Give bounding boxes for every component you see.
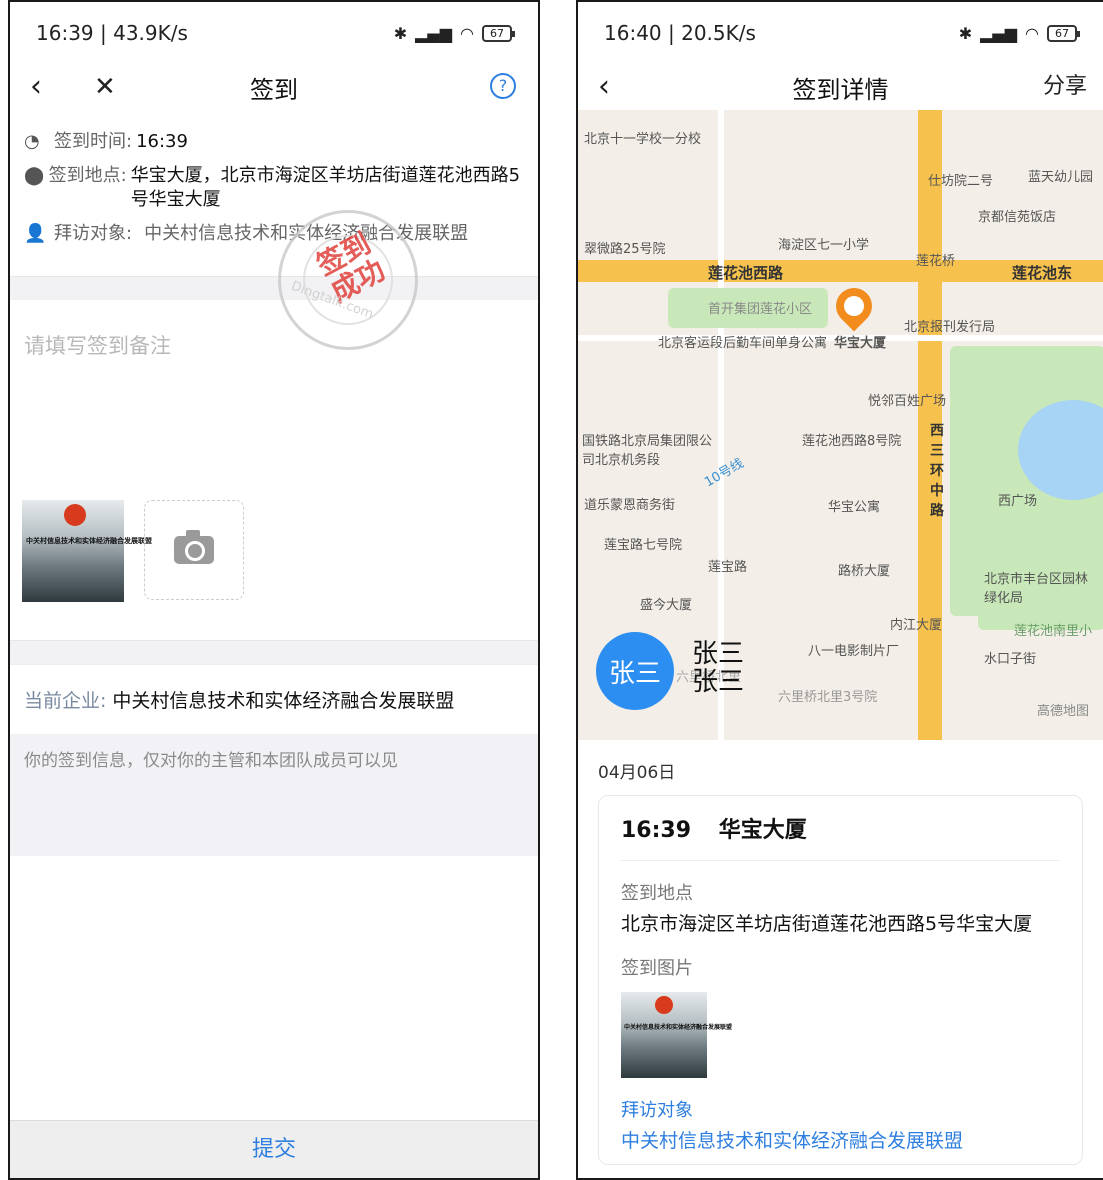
map-label: 莲花桥 xyxy=(916,254,956,269)
status-icons: ✱ ▂▄▆ ◠ 67 xyxy=(958,23,1080,43)
remark-placeholder[interactable]: 请填写签到备注 xyxy=(24,330,524,360)
map-label: 盛今大厦 xyxy=(640,598,693,613)
add-photo-button[interactable] xyxy=(144,500,244,600)
checkin-time-value: 16:39 xyxy=(136,131,188,152)
user-name: 张三 xyxy=(692,667,745,697)
map-label: 八一电影制片厂 xyxy=(808,644,900,659)
company-value: 中关村信息技术和实体经济融合发展联盟 xyxy=(112,690,455,712)
submit-button[interactable]: 提交 xyxy=(10,1120,538,1178)
map-label: 莲宝路七号院 xyxy=(604,538,683,553)
map-label: 内江大厦 xyxy=(890,618,943,633)
checkin-screen: 16:39 | 43.9K/s ✱ ▂▄▆ ◠ 67 ‹ ✕ 签到 ? ◔ 签到… xyxy=(8,0,540,1180)
map-label: 水口子街 xyxy=(984,652,1037,667)
checkin-card: 16:39 华宝大厦 签到地点 北京市海淀区羊坊店街道莲花池西路5号华宝大厦 签… xyxy=(598,795,1083,1165)
map-label: 北京十一学校一分校 xyxy=(584,132,702,147)
map-label: 莲花池西路8号院 xyxy=(802,434,902,449)
map-label: 西广场 xyxy=(998,494,1038,509)
nav-bar: ‹ ✕ 签到 ? xyxy=(10,64,538,110)
status-time: 16:40 | 20.5K/s xyxy=(604,21,756,45)
divider xyxy=(10,640,538,664)
location-pin-icon xyxy=(828,280,880,332)
map-view[interactable]: 北京十一学校一分校 仕坊院二号 蓝天幼儿园 京都信苑饭店 翠微路25号院 海淀区… xyxy=(578,110,1103,740)
map-label: 北京客运段后勤车间单身公寓 xyxy=(658,336,828,351)
checkin-info: ◔ 签到时间: 16:39 ⬤ 签到地点: 华宝大厦，北京市海淀区羊坊店街道莲花… xyxy=(10,110,538,350)
checkin-detail: 04月06日 16:39 华宝大厦 签到地点 北京市海淀区羊坊店街道莲花池西路5… xyxy=(578,740,1103,1178)
map-label: 翠微路25号院 xyxy=(584,242,666,257)
status-bar: 16:39 | 43.9K/s ✱ ▂▄▆ ◠ 67 xyxy=(10,2,538,64)
camera-icon xyxy=(174,530,214,564)
road-label: 莲花池西路 xyxy=(708,264,784,282)
map-label: 海淀区七一小学 xyxy=(778,238,870,253)
user-name-overlay: 张三 张三 xyxy=(692,640,744,696)
card-place-name: 华宝大厦 xyxy=(718,818,807,843)
map-label: 道乐蒙恩商务街 xyxy=(584,498,676,513)
checkin-date: 04月06日 xyxy=(598,763,676,783)
thumb-caption: 中关村信息技术和实体经济融合发展联盟 xyxy=(26,537,152,545)
status-icons: ✱ ▂▄▆ ◠ 67 xyxy=(393,23,515,43)
signal-icon: ▂▄▆ xyxy=(415,23,453,43)
page-title: 签到 xyxy=(250,75,298,104)
card-time: 16:39 xyxy=(621,818,692,843)
map-attribution: 高德地图 xyxy=(1036,704,1089,719)
visit-target-row[interactable]: 👤 拜访对象: 中关村信息技术和实体经济融合发展联盟 xyxy=(24,222,524,246)
place-label: 签到地点 xyxy=(621,883,693,904)
org-logo xyxy=(655,996,673,1014)
map-label: 华宝公寓 xyxy=(828,500,881,515)
place-value: 北京市海淀区羊坊店街道莲花池西路5号华宝大厦 xyxy=(621,913,1033,935)
checkin-photo[interactable]: 中关村信息技术和实体经济融合发展联盟 xyxy=(621,992,732,1078)
checkin-time-row: ◔ 签到时间: 16:39 xyxy=(24,130,524,154)
checkin-detail-screen: 16:40 | 20.5K/s ✱ ▂▄▆ ◠ 67 ‹ 签到详情 分享 北京十… xyxy=(576,0,1103,1180)
page-title: 签到详情 xyxy=(792,75,889,104)
remark-area[interactable]: 请填写签到备注 中关村信息技术和实体经济融合发展联盟 xyxy=(10,300,538,640)
visit-value[interactable]: 中关村信息技术和实体经济融合发展联盟 xyxy=(621,1126,1060,1153)
status-time: 16:39 | 43.9K/s xyxy=(36,21,188,45)
visit-target-label: 拜访对象: xyxy=(54,223,133,244)
photo-label: 签到图片 xyxy=(621,958,693,979)
bluetooth-icon: ✱ xyxy=(393,23,408,43)
checkin-place-value: 华宝大厦，北京市海淀区羊坊店街道莲花池西路5号华宝大厦 xyxy=(130,165,521,210)
battery-icon: 67 xyxy=(1047,24,1080,42)
thumb-caption: 中关村信息技术和实体经济融合发展联盟 xyxy=(624,1024,733,1031)
photo-thumbnail[interactable]: 中关村信息技术和实体经济融合发展联盟 xyxy=(22,500,152,602)
user-name: 张三 xyxy=(692,639,745,669)
person-icon: 👤 xyxy=(24,223,47,244)
map-label: 北京报刊发行局 xyxy=(904,320,996,335)
map-label: 悦邻百姓广场 xyxy=(868,394,947,409)
clock-icon: ◔ xyxy=(24,131,40,152)
nav-bar: ‹ 签到详情 分享 xyxy=(578,64,1103,110)
org-logo xyxy=(64,504,86,526)
privacy-notice: 你的签到信息，仅对你的主管和本团队成员可以见 xyxy=(10,734,538,856)
battery-icon: 67 xyxy=(482,24,515,42)
signal-icon: ▂▄▆ xyxy=(980,23,1018,43)
map-label: 路桥大厦 xyxy=(838,564,891,579)
map-label: 莲宝路 xyxy=(708,560,748,575)
map-label: 六里桥北里3号院 xyxy=(778,690,878,705)
map-label: 华宝大厦 xyxy=(834,336,887,351)
visit-label: 拜访对象 xyxy=(621,1100,693,1121)
avatar: 张三 xyxy=(596,632,674,710)
wifi-icon: ◠ xyxy=(460,23,474,43)
map-label: 北京市丰台区园林绿化局 xyxy=(984,572,1089,606)
bluetooth-icon: ✱ xyxy=(958,23,973,43)
map-label: 蓝天幼儿园 xyxy=(1028,170,1094,185)
card-header: 16:39 华宝大厦 xyxy=(621,812,1060,861)
status-bar: 16:40 | 20.5K/s ✱ ▂▄▆ ◠ 67 xyxy=(578,2,1103,64)
map-label: 仕坊院二号 xyxy=(928,174,994,189)
divider xyxy=(10,276,538,300)
checkin-place-row: ⬤ 签到地点: 华宝大厦，北京市海淀区羊坊店街道莲花池西路5号华宝大厦 xyxy=(24,164,524,212)
location-pin-icon: ⬤ xyxy=(24,165,45,186)
road-label: 莲花池东 xyxy=(1012,264,1073,282)
checkin-time-label: 签到时间: xyxy=(54,131,133,152)
company-label: 当前企业: xyxy=(24,690,107,712)
map-label: 莲花池南里小 xyxy=(1014,624,1093,639)
map-label: 京都信苑饭店 xyxy=(978,210,1057,225)
checkin-place-label: 签到地点: xyxy=(48,165,127,186)
wifi-icon: ◠ xyxy=(1025,23,1039,43)
share-button[interactable]: 分享 xyxy=(1043,64,1087,110)
map-label: 首开集团莲花小区 xyxy=(708,302,813,317)
map-label: 国铁路北京局集团限公司北京机务段 xyxy=(582,434,713,468)
help-icon[interactable]: ? xyxy=(490,73,516,99)
current-company: 当前企业: 中关村信息技术和实体经济融合发展联盟 xyxy=(10,664,538,734)
road-label: 西三环中路 xyxy=(930,423,944,519)
